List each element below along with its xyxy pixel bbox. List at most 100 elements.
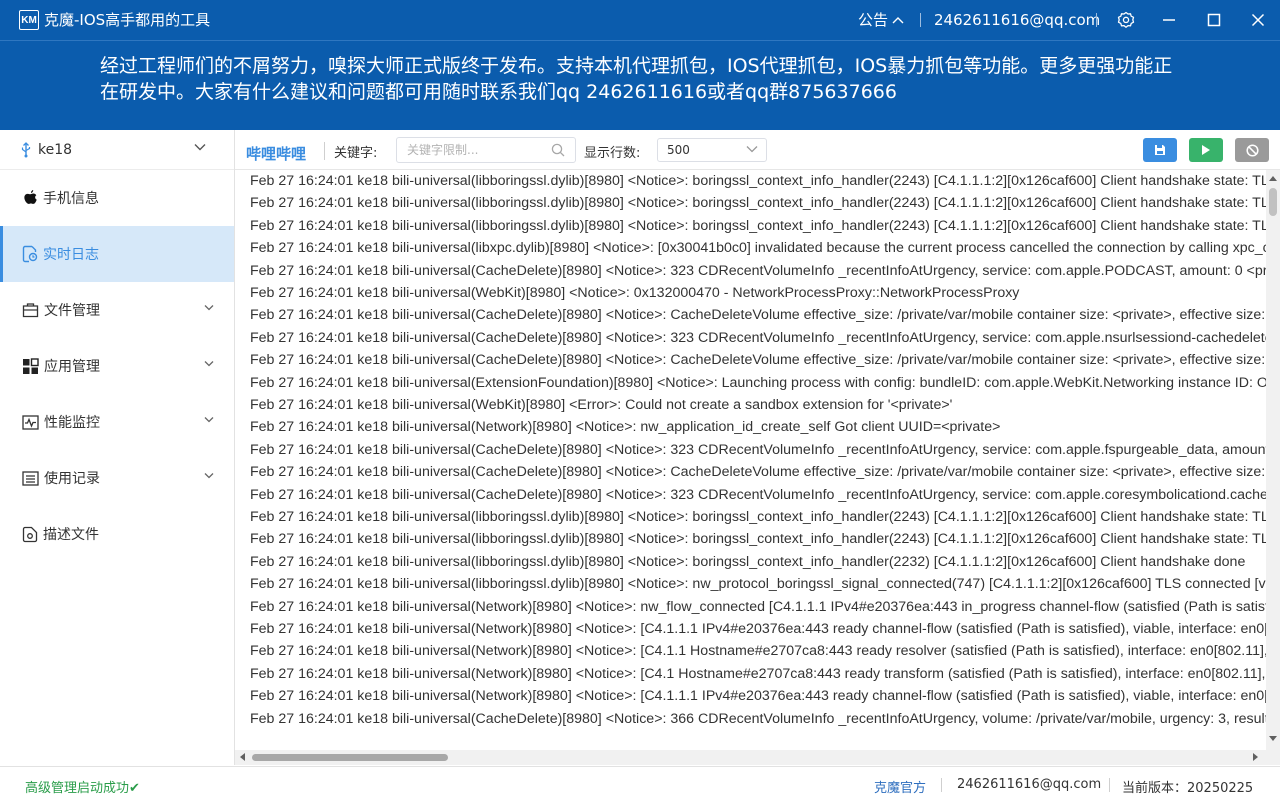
keyword-label: 关键字:	[334, 146, 378, 161]
status-bar: 高级管理启动成功✔ 克魔官方 2462611616@qq.com 当前版本：20…	[0, 766, 1280, 800]
rows-select[interactable]: 500	[657, 138, 767, 162]
maximize-button[interactable]	[1203, 9, 1225, 31]
log-line: Feb 27 16:24:01 ke18 bili-universal(libb…	[250, 553, 1246, 570]
minimize-icon	[1163, 19, 1175, 21]
keyword-input[interactable]	[396, 137, 576, 163]
device-selector[interactable]: ke18	[0, 130, 234, 170]
status-email: 2462611616@qq.com	[957, 777, 1102, 792]
scroll-up-icon[interactable]	[1269, 175, 1277, 181]
horizontal-scrollbar[interactable]	[235, 750, 1266, 765]
rows-label: 显示行数:	[584, 146, 641, 161]
start-log-button[interactable]	[1189, 138, 1223, 162]
sidebar-item-label: 实时日志	[43, 247, 99, 263]
titlebar-divider	[1096, 13, 1097, 27]
play-icon	[1202, 145, 1210, 155]
notice-label: 公告	[858, 11, 889, 29]
sidebar-item-phone-info[interactable]: 手机信息	[0, 170, 234, 226]
log-line: Feb 27 16:24:01 ke18 bili-universal(Cach…	[250, 262, 1278, 279]
log-line: Feb 27 16:24:01 ke18 bili-universal(WebK…	[250, 397, 953, 413]
chevron-down-icon	[204, 305, 214, 311]
log-line: Feb 27 16:24:01 ke18 bili-universal(Cach…	[250, 710, 1273, 727]
chevron-down-icon	[204, 473, 214, 479]
log-line: Feb 27 16:24:01 ke18 bili-universal(Netw…	[250, 643, 1280, 660]
save-log-button[interactable]	[1143, 138, 1177, 162]
log-line: Feb 27 16:24:01 ke18 bili-universal(Cach…	[250, 352, 1278, 369]
save-icon	[1155, 145, 1165, 155]
vertical-scroll-thumb[interactable]	[1269, 188, 1277, 216]
official-site-link[interactable]: 克魔官方	[874, 777, 926, 796]
app-version: 当前版本：20250225	[1122, 781, 1254, 796]
scroll-down-icon[interactable]	[1269, 736, 1277, 742]
current-app-name: 哔哩哔哩	[246, 145, 307, 163]
app-logo: KM	[19, 10, 39, 30]
chevron-down-icon	[204, 361, 214, 367]
log-line: Feb 27 16:24:01 ke18 bili-universal(Cach…	[250, 464, 1278, 481]
search-icon[interactable]	[551, 143, 565, 157]
log-line: Feb 27 16:24:01 ke18 bili-universal(Cach…	[250, 307, 1278, 324]
scroll-right-icon[interactable]	[1253, 753, 1259, 761]
app-title: 克魔-IOS高手都用的工具	[44, 11, 211, 29]
log-line: Feb 27 16:24:01 ke18 bili-universal(Netw…	[250, 621, 1280, 637]
sidebar-item-realtime-log[interactable]: 实时日志	[0, 226, 234, 282]
sidebar-item-performance[interactable]: 性能监控	[0, 394, 234, 450]
log-line: Feb 27 16:24:01 ke18 bili-universal(libb…	[250, 509, 1279, 525]
toolbar-divider	[324, 142, 325, 160]
record-icon	[22, 470, 39, 486]
log-line: Feb 27 16:24:01 ke18 bili-universal(WebK…	[250, 285, 1020, 301]
log-line: Feb 27 16:24:01 ke18 bili-universal(Cach…	[250, 486, 1280, 503]
scroll-left-icon[interactable]	[239, 753, 245, 761]
sidebar-item-label: 文件管理	[44, 303, 100, 319]
log-line: Feb 27 16:24:01 ke18 bili-universal(Netw…	[250, 598, 1280, 615]
log-line: Feb 27 16:24:01 ke18 bili-universal(libb…	[250, 531, 1279, 548]
log-line: Feb 27 16:24:01 ke18 bili-universal(libb…	[250, 576, 1279, 593]
close-icon	[1251, 13, 1265, 27]
log-line: Feb 27 16:24:01 ke18 bili-universal(libb…	[250, 217, 1279, 234]
chevron-down-icon	[746, 146, 758, 153]
sidebar-item-label: 手机信息	[43, 191, 99, 207]
profile-icon	[22, 526, 38, 542]
minimize-button[interactable]	[1158, 9, 1180, 31]
vertical-scrollbar[interactable]	[1266, 170, 1280, 750]
sidebar-item-app-manager[interactable]: 应用管理	[0, 338, 234, 394]
chevron-down-icon	[194, 144, 206, 151]
log-toolbar: 哔哩哔哩 关键字: 显示行数: 500	[235, 130, 1280, 170]
sidebar-item-file-manager[interactable]: 文件管理	[0, 282, 234, 338]
sidebar-item-usage-record[interactable]: 使用记录	[0, 450, 234, 506]
log-line: Feb 27 16:24:01 ke18 bili-universal(libx…	[250, 240, 1278, 257]
account-email[interactable]: 2462611616@qq.com	[934, 11, 1100, 29]
settings-button[interactable]	[1115, 9, 1137, 31]
close-button[interactable]	[1247, 9, 1269, 31]
log-line: Feb 27 16:24:01 ke18 bili-universal(Exte…	[250, 374, 1280, 391]
titlebar-divider	[920, 13, 921, 27]
log-line: Feb 27 16:24:01 ke18 bili-universal(Cach…	[250, 329, 1277, 346]
gear-icon	[1117, 11, 1135, 28]
sidebar-item-profile[interactable]: 描述文件	[0, 506, 234, 562]
sidebar-item-label: 性能监控	[44, 415, 100, 431]
log-icon	[22, 245, 38, 263]
maximize-icon	[1207, 13, 1221, 27]
stop-log-button[interactable]	[1235, 138, 1269, 162]
sidebar: ke18 手机信息 实时日志 文件管理 应用管理 性能监控 使用记录 描述文件	[0, 130, 235, 765]
log-line: Feb 27 16:24:01 ke18 bili-universal(libb…	[250, 173, 1279, 189]
chevron-down-icon	[204, 417, 214, 423]
notice-button[interactable]: 公告	[858, 11, 904, 29]
log-line: Feb 27 16:24:01 ke18 bili-universal(Netw…	[250, 688, 1280, 705]
stop-icon	[1245, 143, 1259, 157]
horizontal-scroll-thumb[interactable]	[252, 754, 448, 761]
announcement-banner: 经过工程师们的不屑努力，嗅探大师正式版终于发布。支持本机代理抓包，IOS代理抓包…	[0, 40, 1280, 130]
sidebar-item-label: 应用管理	[44, 359, 100, 375]
sidebar-item-label: 描述文件	[43, 527, 99, 543]
log-line: Feb 27 16:24:01 ke18 bili-universal(Netw…	[250, 665, 1280, 682]
chevron-up-icon	[892, 17, 904, 24]
status-divider	[1109, 778, 1110, 792]
folder-icon	[22, 303, 39, 318]
device-name: ke18	[38, 141, 73, 158]
log-line: Feb 27 16:24:01 ke18 bili-universal(Cach…	[250, 441, 1274, 458]
log-viewer[interactable]: Feb 27 16:24:01 ke18 bili-universal(libb…	[235, 170, 1280, 750]
usb-icon	[21, 141, 31, 157]
log-line: Feb 27 16:24:01 ke18 bili-universal(libb…	[250, 195, 1279, 212]
log-line: Feb 27 16:24:01 ke18 bili-universal(Netw…	[250, 419, 1001, 436]
status-divider	[941, 778, 942, 792]
rows-value: 500	[667, 143, 690, 157]
sidebar-item-label: 使用记录	[44, 471, 100, 487]
